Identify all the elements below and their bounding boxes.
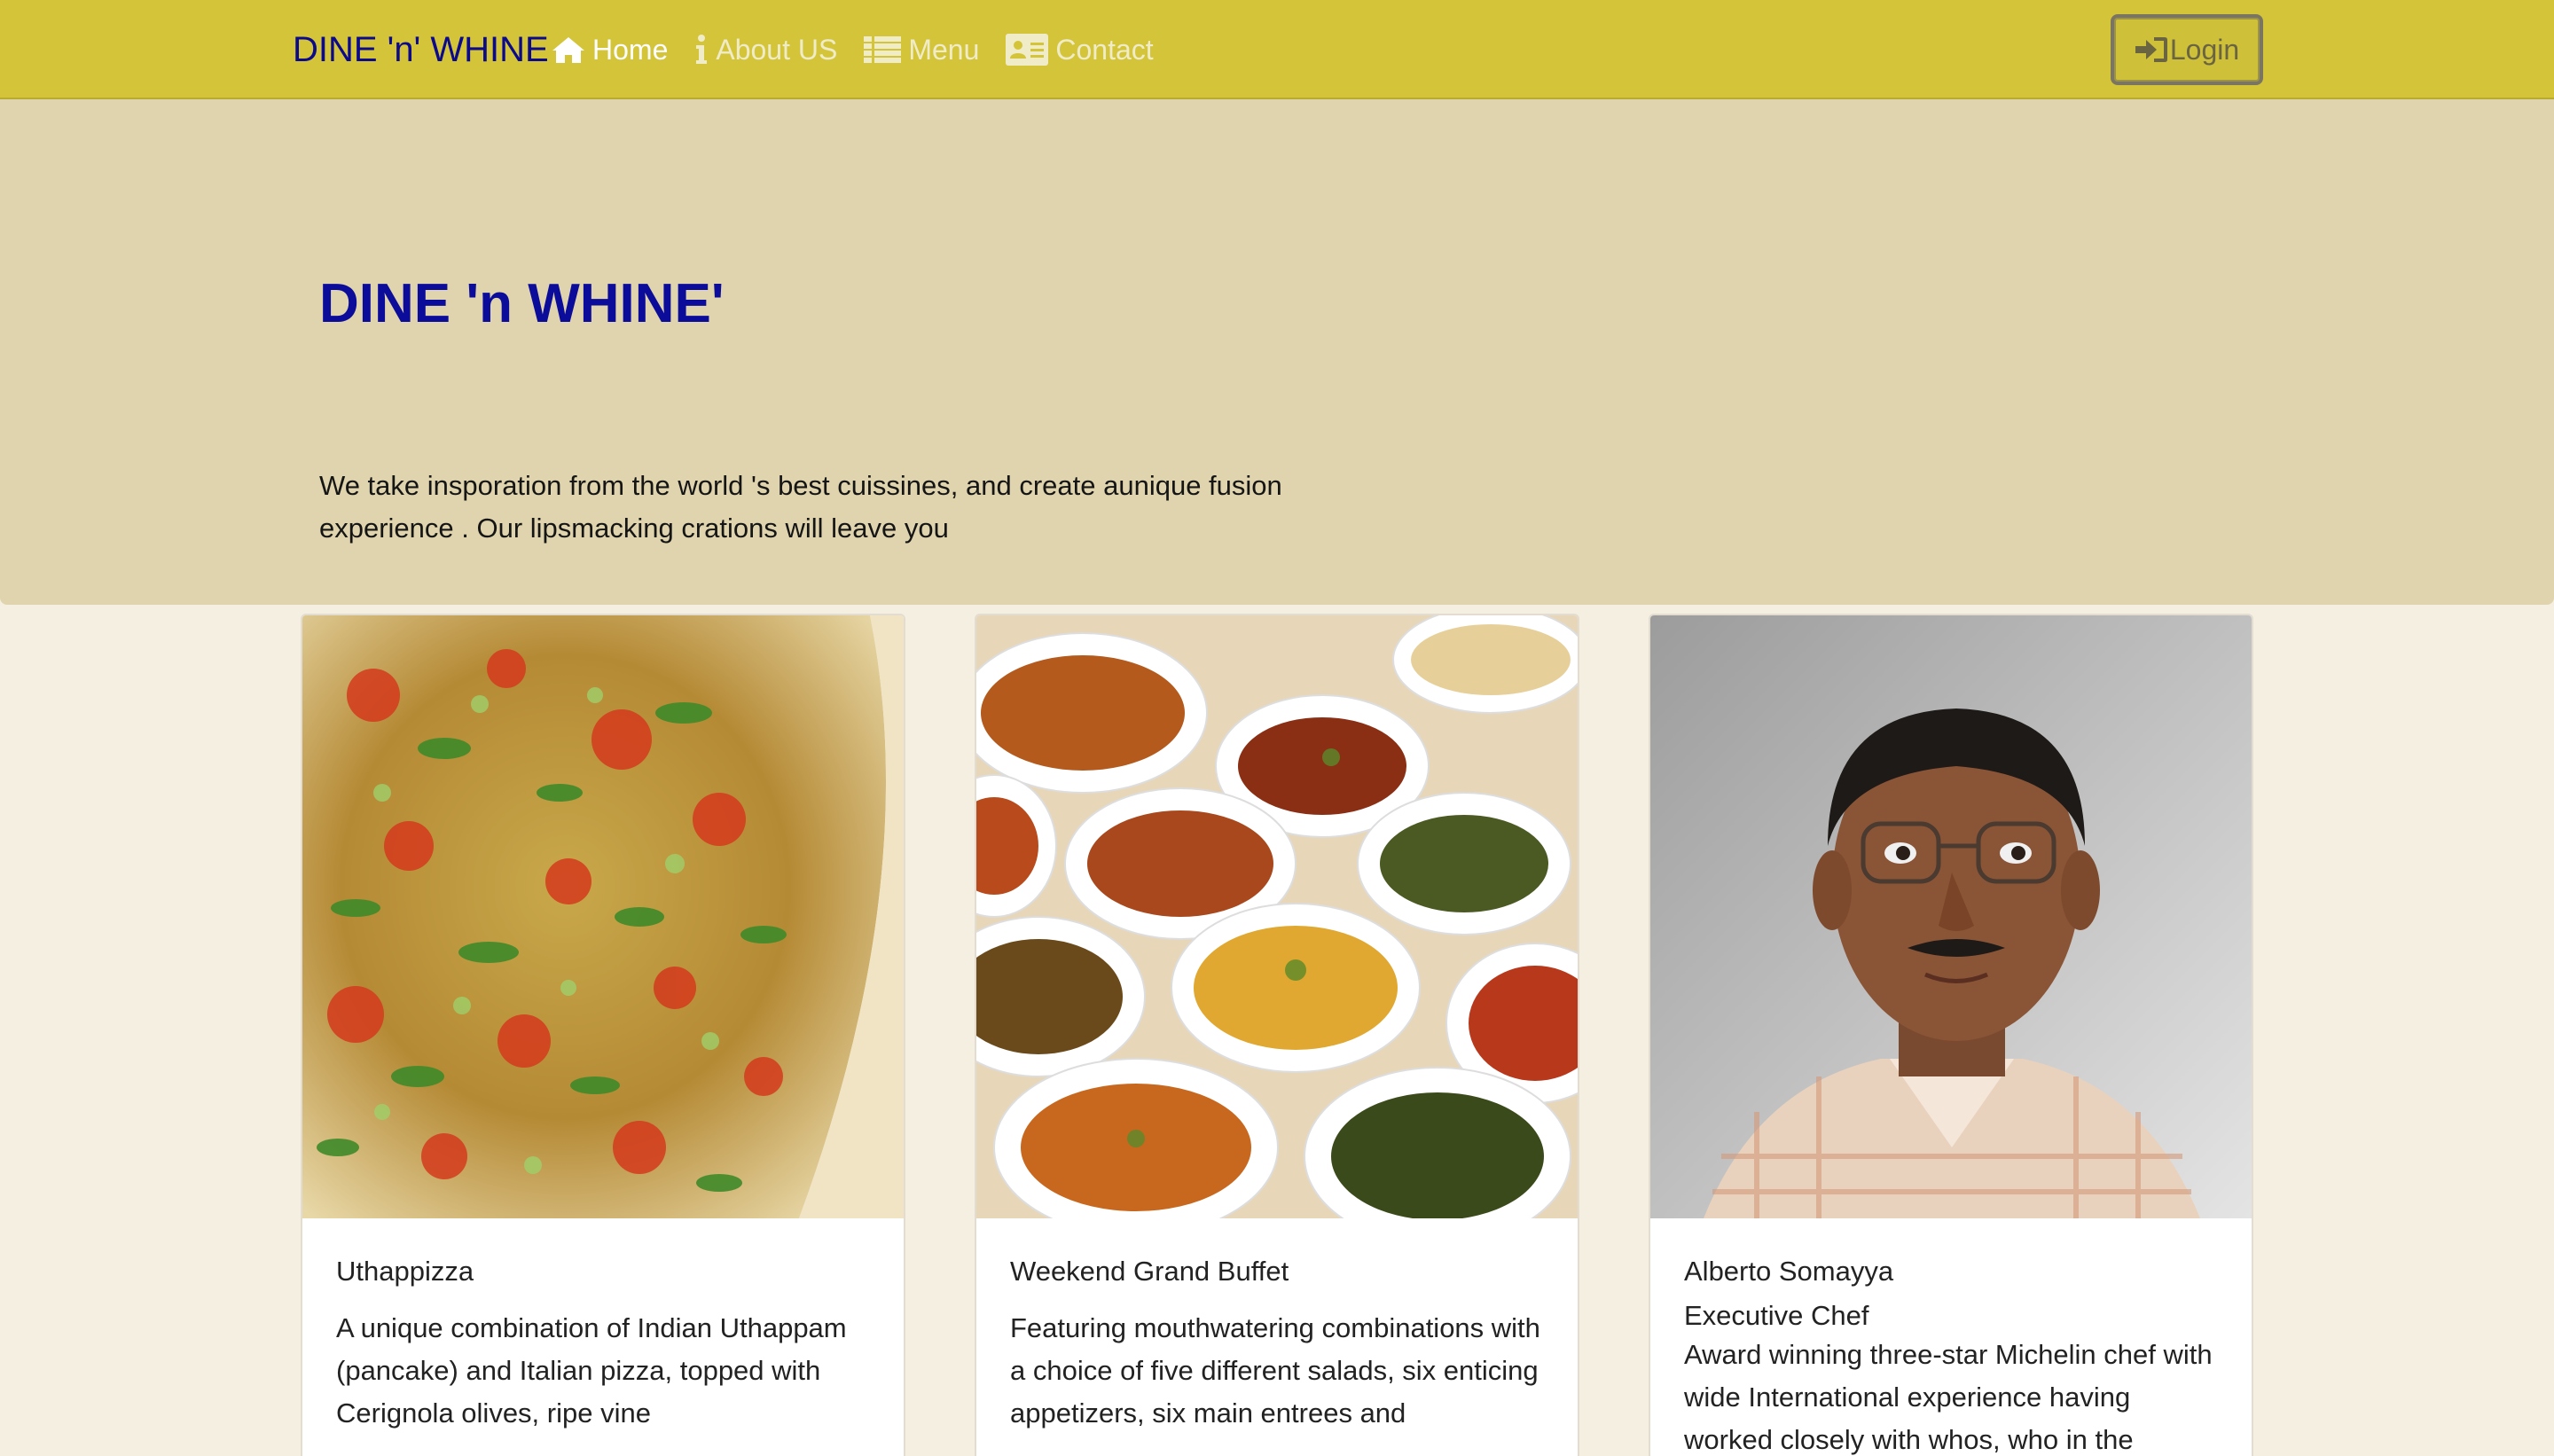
card-text: Featuring mouthwatering combinations wit… xyxy=(1010,1312,1540,1429)
card-title: Alberto Somayya xyxy=(1684,1256,1894,1287)
card-body: Uthappizza A unique combination of India… xyxy=(336,1254,877,1435)
buffet-image xyxy=(976,615,1578,1218)
card-title: Uthappizza xyxy=(336,1256,474,1287)
card-text: A unique combination of Indian Uthappam … xyxy=(336,1312,847,1429)
card-text: Award winning three-star Michelin chef w… xyxy=(1684,1339,2213,1455)
nav-label-contact: Contact xyxy=(1055,34,1154,66)
login-label: Login xyxy=(2169,33,2240,66)
nav-item-about[interactable]: About US xyxy=(694,27,837,72)
card-leader[interactable]: Alberto Somayya Executive Chef Award win… xyxy=(1649,614,2253,1456)
login-button[interactable]: Login xyxy=(2111,14,2263,85)
card-subtitle: Executive Chef xyxy=(1684,1300,1869,1331)
nav-label-menu: Menu xyxy=(908,34,980,66)
info-icon xyxy=(696,35,708,64)
nav-label-about: About US xyxy=(716,34,838,66)
card-promotion[interactable]: Weekend Grand Buffet Featuring mouthwate… xyxy=(975,614,1579,1456)
nav-item-home[interactable]: Home xyxy=(552,27,668,72)
card-body: Alberto Somayya Executive Chef Award win… xyxy=(1684,1254,2225,1456)
chef-portrait-image xyxy=(1650,615,2252,1218)
nav-item-menu[interactable]: Menu xyxy=(864,27,979,72)
nav-label-home: Home xyxy=(592,34,669,66)
card-dish[interactable]: Uthappizza A unique combination of India… xyxy=(301,614,905,1456)
sign-in-icon xyxy=(2135,37,2167,62)
card-body: Weekend Grand Buffet Featuring mouthwate… xyxy=(1010,1254,1551,1435)
hero-description: We take insporation from the world 's be… xyxy=(319,470,1282,544)
hero-title: DINE 'n WHINE' xyxy=(319,273,725,334)
home-icon xyxy=(552,37,584,63)
nav-links: Home About US Menu Contact xyxy=(552,27,1154,72)
address-card-icon xyxy=(1006,34,1049,66)
card-title: Weekend Grand Buffet xyxy=(1010,1256,1289,1287)
nav-item-contact[interactable]: Contact xyxy=(1006,27,1154,72)
list-icon xyxy=(864,36,902,63)
uthappizza-image xyxy=(302,615,904,1218)
brand-logo[interactable]: DINE 'n' WHINE xyxy=(293,27,549,72)
navbar: DINE 'n' WHINE Home About US Menu Contac… xyxy=(0,0,2554,99)
hero-jumbotron: DINE 'n WHINE' We take insporation from … xyxy=(0,99,2554,605)
